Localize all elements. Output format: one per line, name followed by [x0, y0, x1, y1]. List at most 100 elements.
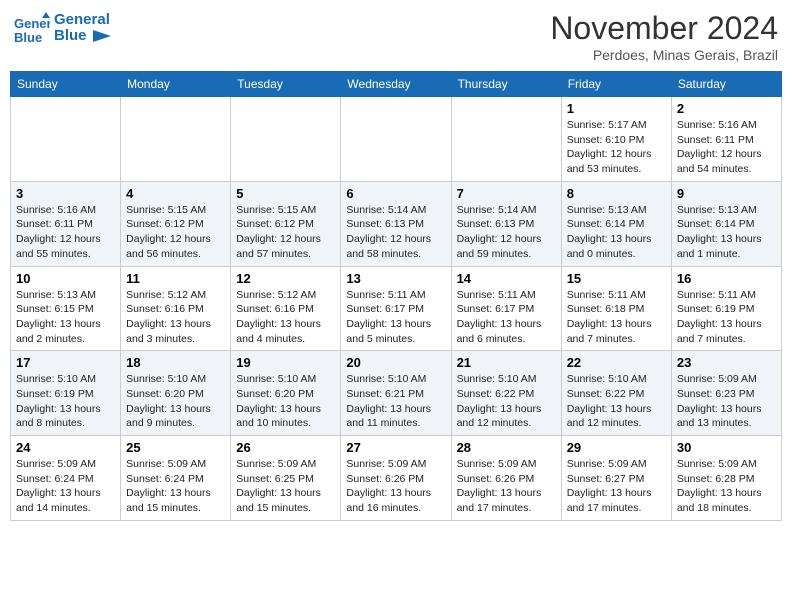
- calendar-cell: 21 Sunrise: 5:10 AM Sunset: 6:22 PM Dayli…: [451, 351, 561, 436]
- logo-arrow-icon: [93, 30, 111, 42]
- logo: General Blue General Blue: [14, 10, 111, 46]
- day-number: 24: [16, 440, 115, 455]
- day-info: Sunrise: 5:09 AM Sunset: 6:28 PM Dayligh…: [677, 457, 776, 516]
- calendar-week-2: 3 Sunrise: 5:16 AM Sunset: 6:11 PM Daylig…: [11, 181, 782, 266]
- day-number: 19: [236, 355, 335, 370]
- calendar-cell: 9 Sunrise: 5:13 AM Sunset: 6:14 PM Daylig…: [671, 181, 781, 266]
- day-number: 22: [567, 355, 666, 370]
- calendar-cell: 11 Sunrise: 5:12 AM Sunset: 6:16 PM Dayli…: [121, 266, 231, 351]
- calendar-cell: [231, 97, 341, 182]
- calendar-cell: 29 Sunrise: 5:09 AM Sunset: 6:27 PM Dayli…: [561, 436, 671, 521]
- svg-text:Blue: Blue: [14, 30, 42, 45]
- weekday-header-monday: Monday: [121, 72, 231, 97]
- day-number: 12: [236, 271, 335, 286]
- page-header: General Blue General Blue November 2024 …: [10, 10, 782, 63]
- day-info: Sunrise: 5:15 AM Sunset: 6:12 PM Dayligh…: [236, 203, 335, 262]
- calendar-week-4: 17 Sunrise: 5:10 AM Sunset: 6:19 PM Dayli…: [11, 351, 782, 436]
- weekday-header-tuesday: Tuesday: [231, 72, 341, 97]
- day-number: 11: [126, 271, 225, 286]
- calendar-cell: 22Sunrise: 5:10 AM Sunset: 6:22 PM Dayli…: [561, 351, 671, 436]
- svg-text:General: General: [14, 16, 50, 31]
- calendar-cell: 17 Sunrise: 5:10 AM Sunset: 6:19 PM Dayli…: [11, 351, 121, 436]
- day-info: Sunrise: 5:11 AM Sunset: 6:17 PM Dayligh…: [457, 288, 556, 347]
- day-info: Sunrise: 5:12 AM Sunset: 6:16 PM Dayligh…: [236, 288, 335, 347]
- day-number: 16: [677, 271, 776, 286]
- location-subtitle: Perdoes, Minas Gerais, Brazil: [550, 47, 778, 63]
- calendar-cell: 2 Sunrise: 5:16 AM Sunset: 6:11 PM Daylig…: [671, 97, 781, 182]
- calendar-cell: [451, 97, 561, 182]
- title-block: November 2024 Perdoes, Minas Gerais, Bra…: [550, 10, 778, 63]
- day-number: 9: [677, 186, 776, 201]
- day-number: 13: [346, 271, 445, 286]
- day-number: 8: [567, 186, 666, 201]
- day-info: Sunrise: 5:09 AM Sunset: 6:26 PM Dayligh…: [457, 457, 556, 516]
- day-number: 6: [346, 186, 445, 201]
- day-info: Sunrise: 5:09 AM Sunset: 6:27 PM Dayligh…: [567, 457, 666, 516]
- day-info: Sunrise: 5:16 AM Sunset: 6:11 PM Dayligh…: [677, 118, 776, 177]
- day-info: Sunrise: 5:16 AM Sunset: 6:11 PM Dayligh…: [16, 203, 115, 262]
- logo-line1: General: [54, 12, 111, 29]
- calendar-week-1: 1Sunrise: 5:17 AM Sunset: 6:10 PM Daylig…: [11, 97, 782, 182]
- day-info: Sunrise: 5:11 AM Sunset: 6:18 PM Dayligh…: [567, 288, 666, 347]
- calendar-cell: 19Sunrise: 5:10 AM Sunset: 6:20 PM Dayli…: [231, 351, 341, 436]
- day-info: Sunrise: 5:10 AM Sunset: 6:20 PM Dayligh…: [126, 372, 225, 431]
- day-number: 7: [457, 186, 556, 201]
- calendar-cell: 6 Sunrise: 5:14 AM Sunset: 6:13 PM Daylig…: [341, 181, 451, 266]
- day-info: Sunrise: 5:12 AM Sunset: 6:16 PM Dayligh…: [126, 288, 225, 347]
- day-info: Sunrise: 5:09 AM Sunset: 6:23 PM Dayligh…: [677, 372, 776, 431]
- calendar-cell: [341, 97, 451, 182]
- day-number: 21: [457, 355, 556, 370]
- day-info: Sunrise: 5:13 AM Sunset: 6:14 PM Dayligh…: [567, 203, 666, 262]
- day-info: Sunrise: 5:09 AM Sunset: 6:24 PM Dayligh…: [126, 457, 225, 516]
- calendar-cell: [11, 97, 121, 182]
- day-number: 28: [457, 440, 556, 455]
- calendar-cell: 7 Sunrise: 5:14 AM Sunset: 6:13 PM Daylig…: [451, 181, 561, 266]
- month-title: November 2024: [550, 10, 778, 47]
- day-info: Sunrise: 5:09 AM Sunset: 6:25 PM Dayligh…: [236, 457, 335, 516]
- day-info: Sunrise: 5:09 AM Sunset: 6:24 PM Dayligh…: [16, 457, 115, 516]
- calendar-table: SundayMondayTuesdayWednesdayThursdayFrid…: [10, 71, 782, 521]
- day-number: 15: [567, 271, 666, 286]
- calendar-cell: 16 Sunrise: 5:11 AM Sunset: 6:19 PM Dayli…: [671, 266, 781, 351]
- day-number: 26: [236, 440, 335, 455]
- calendar-cell: 28 Sunrise: 5:09 AM Sunset: 6:26 PM Dayli…: [451, 436, 561, 521]
- day-number: 14: [457, 271, 556, 286]
- calendar-cell: 13Sunrise: 5:11 AM Sunset: 6:17 PM Dayli…: [341, 266, 451, 351]
- weekday-header-sunday: Sunday: [11, 72, 121, 97]
- calendar-cell: 15 Sunrise: 5:11 AM Sunset: 6:18 PM Dayli…: [561, 266, 671, 351]
- weekday-header-row: SundayMondayTuesdayWednesdayThursdayFrid…: [11, 72, 782, 97]
- calendar-week-5: 24 Sunrise: 5:09 AM Sunset: 6:24 PM Dayli…: [11, 436, 782, 521]
- calendar-cell: 3 Sunrise: 5:16 AM Sunset: 6:11 PM Daylig…: [11, 181, 121, 266]
- day-info: Sunrise: 5:13 AM Sunset: 6:15 PM Dayligh…: [16, 288, 115, 347]
- calendar-cell: 30 Sunrise: 5:09 AM Sunset: 6:28 PM Dayli…: [671, 436, 781, 521]
- day-number: 18: [126, 355, 225, 370]
- day-number: 27: [346, 440, 445, 455]
- day-info: Sunrise: 5:11 AM Sunset: 6:19 PM Dayligh…: [677, 288, 776, 347]
- day-info: Sunrise: 5:10 AM Sunset: 6:22 PM Dayligh…: [457, 372, 556, 431]
- calendar-cell: 24 Sunrise: 5:09 AM Sunset: 6:24 PM Dayli…: [11, 436, 121, 521]
- day-number: 17: [16, 355, 115, 370]
- calendar-week-3: 10 Sunrise: 5:13 AM Sunset: 6:15 PM Dayli…: [11, 266, 782, 351]
- day-info: Sunrise: 5:17 AM Sunset: 6:10 PM Dayligh…: [567, 118, 666, 177]
- calendar-cell: 18 Sunrise: 5:10 AM Sunset: 6:20 PM Dayli…: [121, 351, 231, 436]
- day-info: Sunrise: 5:14 AM Sunset: 6:13 PM Dayligh…: [346, 203, 445, 262]
- calendar-cell: 25Sunrise: 5:09 AM Sunset: 6:24 PM Dayli…: [121, 436, 231, 521]
- day-number: 30: [677, 440, 776, 455]
- day-number: 3: [16, 186, 115, 201]
- calendar-cell: 8 Sunrise: 5:13 AM Sunset: 6:14 PM Daylig…: [561, 181, 671, 266]
- day-number: 29: [567, 440, 666, 455]
- logo-line2: Blue: [54, 28, 111, 45]
- calendar-cell: 10 Sunrise: 5:13 AM Sunset: 6:15 PM Dayli…: [11, 266, 121, 351]
- day-info: Sunrise: 5:13 AM Sunset: 6:14 PM Dayligh…: [677, 203, 776, 262]
- calendar-cell: 1Sunrise: 5:17 AM Sunset: 6:10 PM Daylig…: [561, 97, 671, 182]
- day-info: Sunrise: 5:10 AM Sunset: 6:19 PM Dayligh…: [16, 372, 115, 431]
- day-number: 4: [126, 186, 225, 201]
- calendar-cell: 23Sunrise: 5:09 AM Sunset: 6:23 PM Dayli…: [671, 351, 781, 436]
- day-number: 10: [16, 271, 115, 286]
- calendar-cell: 27Sunrise: 5:09 AM Sunset: 6:26 PM Dayli…: [341, 436, 451, 521]
- logo-icon: General Blue: [14, 10, 50, 46]
- weekday-header-wednesday: Wednesday: [341, 72, 451, 97]
- weekday-header-saturday: Saturday: [671, 72, 781, 97]
- day-number: 2: [677, 101, 776, 116]
- day-info: Sunrise: 5:14 AM Sunset: 6:13 PM Dayligh…: [457, 203, 556, 262]
